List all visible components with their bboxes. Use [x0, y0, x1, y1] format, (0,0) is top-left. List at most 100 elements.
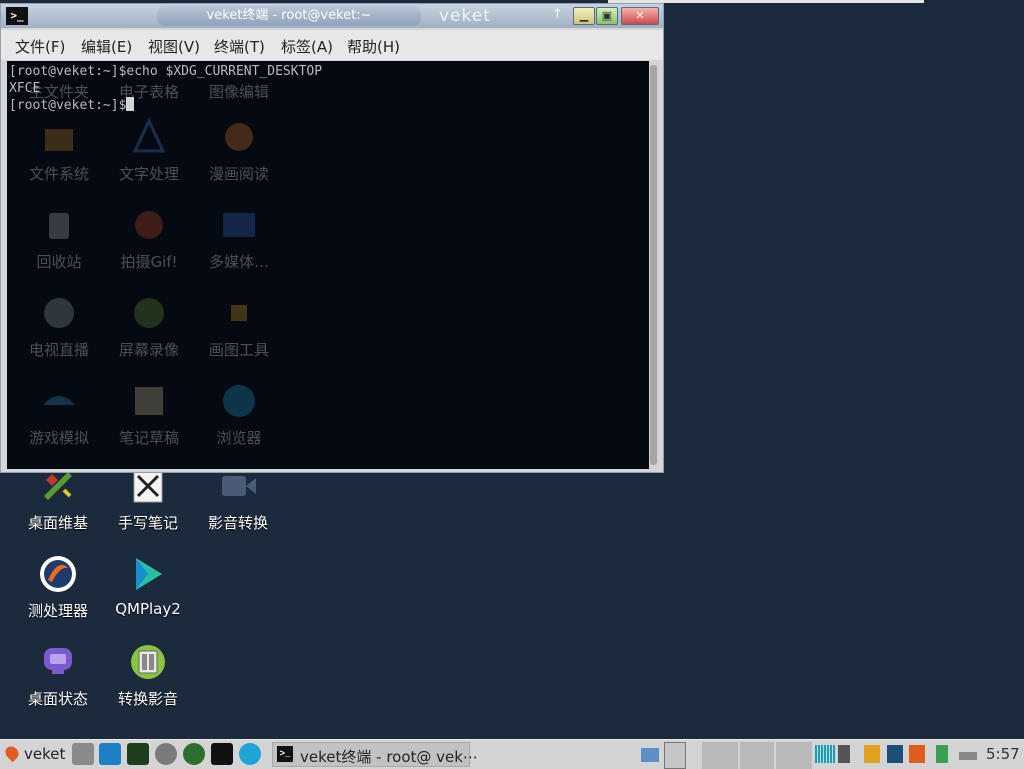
desktop-icon-label: 屏幕录像	[118, 341, 179, 359]
desktop-icon-label: 笔记草稿	[118, 429, 179, 447]
desktop-icon-label: 文件系统	[28, 165, 89, 183]
desktop-icon-comic: 漫画阅读	[194, 117, 284, 184]
tv-live-icon	[39, 293, 79, 333]
desktop-icon-multimedia: 多媒体…	[194, 205, 284, 272]
convert-media-icon	[128, 642, 168, 682]
desktop-icon-media-convert[interactable]: 影音转换	[193, 466, 283, 533]
terminal-cursor	[126, 97, 135, 111]
veket-logo-icon	[2, 743, 22, 763]
workspace-2[interactable]	[702, 742, 738, 769]
desktop-icon-cpu-test[interactable]: 测处理器	[13, 554, 103, 621]
desktop-icon-notes: 笔记草稿	[104, 381, 194, 448]
desktop-icon-paint: 画图工具	[194, 293, 284, 360]
menu-bar: 文件(F) 编辑(E) 视图(V) 终端(T) 标签(A) 帮助(H)	[1, 30, 663, 60]
desktop-icon-label: 漫画阅读	[208, 165, 269, 183]
screen-record-icon	[129, 293, 169, 333]
notes-draft-icon	[129, 381, 169, 421]
taskbar-task-terminal[interactable]: >_ veket终端 - root@ vek⋯	[272, 742, 478, 767]
tools-icon[interactable]	[887, 745, 903, 763]
pin-icon[interactable]: ↑	[552, 7, 563, 22]
terminal-line-3: [root@veket:~]$	[9, 98, 127, 113]
desktop-icon-label: 测处理器	[27, 602, 88, 620]
desktop-icon-label: 浏览器	[216, 429, 262, 447]
maximize-button[interactable]: ▣	[596, 7, 618, 25]
quicklaunch-monitor-icon[interactable]	[127, 743, 149, 765]
desktop-icon-status[interactable]: 桌面状态	[13, 642, 103, 709]
desktop-icon-label: 多媒体…	[208, 253, 269, 271]
scrollbar-thumb[interactable]	[650, 65, 657, 465]
desktop-icon-label: 转换影音	[117, 690, 178, 708]
quicklaunch-terminal-icon[interactable]	[211, 743, 233, 765]
menu-file[interactable]: 文件(F)	[15, 36, 65, 57]
menu-tabs[interactable]: 标签(A)	[281, 36, 333, 57]
desktop-icon-label: 影音转换	[207, 514, 268, 532]
start-label: veket	[24, 745, 66, 763]
word-processor-icon	[129, 117, 169, 157]
desktop-status-icon	[38, 642, 78, 682]
terminal-app-icon[interactable]: >_	[6, 7, 28, 25]
game-emulator-icon	[39, 381, 79, 421]
gif-capture-icon	[129, 205, 169, 245]
terminal-line-1: [root@veket:~]$echo $XDG_CURRENT_DESKTOP	[9, 64, 323, 79]
terminal-window: >_ veket终端 - root@veket:~ veket ↑ ▁ ▣ ✕ …	[0, 3, 664, 473]
quicklaunch-files-icon[interactable]	[99, 743, 121, 765]
quicklaunch-browser-icon[interactable]	[239, 743, 261, 765]
desktop-icon-label: 桌面维基	[27, 514, 88, 532]
desktop-icon-filesystem: 文件系统	[14, 117, 104, 184]
fire-icon[interactable]	[909, 745, 925, 763]
desktop-icon-label: 电视直播	[28, 341, 89, 359]
workspace-4[interactable]	[776, 742, 812, 769]
terminal-output[interactable]: 主文件夹 电子表格 图像编辑 文件系统 文字处理 漫画阅读 回收站 拍摄Gif!…	[7, 61, 649, 469]
network-icon[interactable]	[641, 748, 659, 762]
menu-view[interactable]: 视图(V)	[148, 36, 200, 57]
window-titlebar[interactable]: >_ veket终端 - root@veket:~ veket ↑ ▁ ▣ ✕	[1, 4, 663, 28]
desktop-icon-trash: 回收站	[14, 205, 104, 272]
quicklaunch-film-icon[interactable]	[155, 743, 177, 765]
desktop-icon-qmplay2[interactable]: QMPlay2	[103, 554, 193, 618]
workspace-1[interactable]	[664, 742, 686, 769]
menu-edit[interactable]: 编辑(E)	[81, 36, 132, 57]
menu-help[interactable]: 帮助(H)	[347, 36, 400, 57]
hourglass-icon[interactable]	[936, 745, 948, 763]
desktop-icon-word: 文字处理	[104, 117, 194, 184]
close-button[interactable]: ✕	[621, 7, 659, 25]
filesystem-icon	[39, 117, 79, 157]
minimize-button[interactable]: ▁	[573, 7, 595, 25]
workspace-3[interactable]	[740, 742, 774, 769]
terminal-task-icon: >_	[277, 746, 293, 762]
desktop-icon-label: 游戏模拟	[28, 429, 89, 447]
desktop-icon-gif: 拍摄Gif!	[104, 205, 194, 272]
terminal-text: [root@veket:~]$echo $XDG_CURRENT_DESKTOP…	[9, 63, 322, 114]
desktop-icon-handwriting[interactable]: 手写笔记	[103, 466, 193, 533]
desktop-icon-label: 桌面状态	[27, 690, 88, 708]
desktop-icon-game: 游戏模拟	[14, 381, 104, 448]
desktop-icon-wiki[interactable]: 桌面维基	[13, 466, 103, 533]
clock[interactable]: 5:57	[986, 745, 1020, 763]
drive-icon[interactable]	[959, 752, 977, 760]
desktop-icon-browser: 浏览器	[194, 381, 284, 448]
quicklaunch-play-icon[interactable]	[183, 743, 205, 765]
desktop-icon-screen-record: 屏幕录像	[104, 293, 194, 360]
desktop-icon-label: 文字处理	[118, 165, 179, 183]
cpu-meter-icon[interactable]	[815, 745, 835, 763]
volume-icon[interactable]	[838, 745, 850, 763]
desktop-icon-convert-media[interactable]: 转换影音	[103, 642, 193, 709]
browser-icon	[219, 381, 259, 421]
terminal-line-2: XFCE	[9, 81, 41, 96]
p-badge-icon[interactable]	[864, 745, 880, 763]
menu-terminal[interactable]: 终端(T)	[214, 36, 265, 57]
terminal-scrollbar[interactable]	[649, 61, 659, 469]
multimedia-icon	[219, 205, 259, 245]
task-title: veket终端 - root@ vek⋯	[300, 748, 478, 766]
trash-icon	[39, 205, 79, 245]
paint-tool-icon	[219, 293, 259, 333]
quicklaunch-desktop-icon[interactable]	[72, 743, 94, 765]
desktop-icon-label: 画图工具	[208, 341, 269, 359]
desktop-icon-label: QMPlay2	[115, 600, 181, 618]
comic-reader-icon	[219, 117, 259, 157]
wm-label: veket	[439, 6, 491, 26]
start-menu-button[interactable]: veket	[2, 743, 66, 763]
qmplay2-icon	[128, 554, 168, 594]
desktop-icon-label: 手写笔记	[117, 514, 178, 532]
window-title: veket终端 - root@veket:~	[206, 8, 372, 23]
